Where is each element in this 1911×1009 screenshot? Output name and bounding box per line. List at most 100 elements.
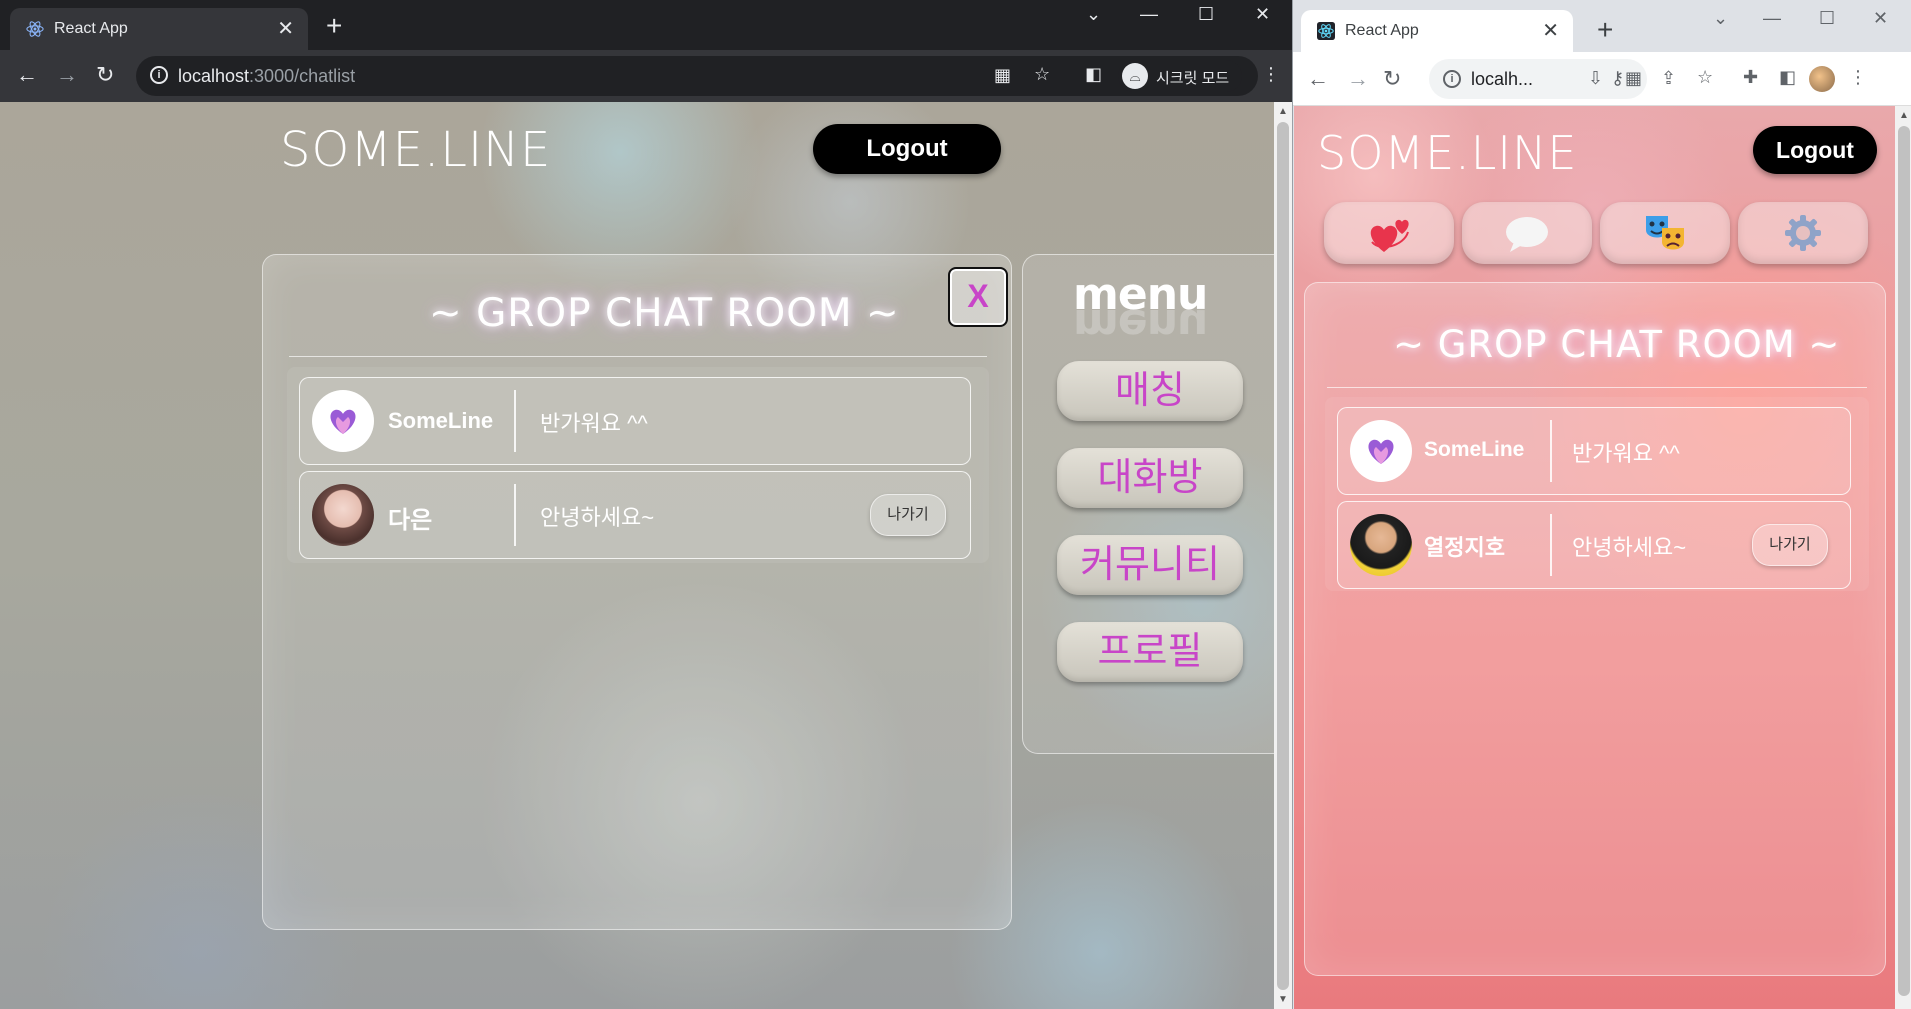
scroll-thumb[interactable] bbox=[1898, 126, 1910, 996]
chat-row-someline[interactable]: SomeLine 반가워요 ^^ bbox=[299, 377, 971, 465]
minimize-button[interactable]: — bbox=[1763, 8, 1781, 29]
row-divider bbox=[1550, 420, 1552, 482]
someline-avatar bbox=[312, 390, 374, 452]
menu-item-matching[interactable]: 매칭 bbox=[1057, 361, 1243, 421]
more-menu-icon[interactable]: ⋮ bbox=[1849, 67, 1867, 88]
hearts-icon bbox=[1370, 219, 1409, 252]
page-scrollbar[interactable]: ▲ bbox=[1895, 106, 1911, 1009]
scroll-down-icon[interactable]: ▼ bbox=[1278, 994, 1288, 1005]
side-panel-icon[interactable]: ◧ bbox=[1779, 67, 1796, 88]
menu-item-chatroom[interactable]: 대화방 bbox=[1057, 448, 1243, 508]
row-divider bbox=[514, 390, 516, 452]
tab-search-icon[interactable]: ⌄ bbox=[1713, 8, 1728, 29]
someline-avatar bbox=[1350, 420, 1412, 482]
address-bar[interactable]: i localh... ⚷ bbox=[1429, 59, 1647, 99]
translate-icon[interactable]: ▦ bbox=[994, 65, 1011, 86]
profile-avatar[interactable] bbox=[1809, 66, 1835, 92]
reload-icon[interactable]: ↻ bbox=[1383, 66, 1401, 92]
chat-row-yeoljeongjiho[interactable]: 열정지호 안녕하세요~ 나가기 bbox=[1337, 501, 1851, 589]
bookmark-star-icon[interactable]: ☆ bbox=[1034, 64, 1050, 85]
page-scrollbar[interactable]: ▲ ▼ bbox=[1274, 102, 1292, 1009]
forward-icon[interactable]: → bbox=[1347, 66, 1369, 92]
scroll-up-icon[interactable]: ▲ bbox=[1899, 110, 1909, 121]
chat-room-panel: ~ GROP CHAT ROOM ~ X SomeLine 반가워요 ^^ 다은… bbox=[262, 254, 1012, 930]
password-key-icon[interactable]: ⚷ bbox=[1611, 68, 1624, 89]
tab-strip: React App ✕ + ⌄ — ☐ ✕ bbox=[0, 0, 1292, 50]
extensions-icon[interactable]: ✚ bbox=[1743, 67, 1758, 88]
tab-react-app[interactable]: React App ✕ bbox=[10, 8, 308, 50]
side-panel-icon[interactable]: ◧ bbox=[1085, 64, 1102, 85]
chat-message: 안녕하세요~ bbox=[540, 505, 655, 530]
browser-window-incognito: React App ✕ + ⌄ — ☐ ✕ ← → ↻ i localhost:… bbox=[0, 0, 1292, 1009]
bookmark-star-icon[interactable]: ☆ bbox=[1697, 67, 1713, 88]
speech-bubble-icon bbox=[1506, 217, 1548, 252]
scroll-thumb[interactable] bbox=[1277, 122, 1289, 990]
nav-settings-button[interactable] bbox=[1738, 202, 1868, 264]
heart-logo-icon bbox=[330, 409, 356, 434]
url-text: localhost:3000/chatlist bbox=[178, 66, 356, 86]
logout-button[interactable]: Logout bbox=[1753, 126, 1877, 174]
yeoljeongjiho-avatar bbox=[1350, 514, 1412, 576]
back-icon[interactable]: ← bbox=[1307, 66, 1329, 92]
logout-button[interactable]: Logout bbox=[813, 124, 1001, 174]
row-divider bbox=[514, 484, 516, 546]
new-tab-button[interactable]: + bbox=[326, 12, 342, 40]
nav-community-button[interactable] bbox=[1600, 202, 1730, 264]
nav-chat-button[interactable] bbox=[1462, 202, 1592, 264]
scroll-up-icon[interactable]: ▲ bbox=[1278, 106, 1288, 117]
maximize-button[interactable]: ☐ bbox=[1198, 4, 1214, 25]
chat-message: 안녕하세요~ bbox=[1572, 535, 1687, 560]
site-info-icon[interactable]: i bbox=[150, 66, 168, 84]
room-title: ~ GROP CHAT ROOM ~ bbox=[429, 291, 900, 336]
leave-button[interactable]: 나가기 bbox=[1752, 524, 1828, 566]
close-window-button[interactable]: ✕ bbox=[1873, 8, 1888, 29]
reload-icon[interactable]: ↻ bbox=[96, 62, 114, 88]
chat-list: SomeLine 반가워요 ^^ 열정지호 안녕하세요~ 나가기 bbox=[1325, 397, 1869, 591]
app-logo[interactable]: SOME.LINE bbox=[280, 122, 551, 178]
menu-item-profile[interactable]: 프로필 bbox=[1057, 622, 1243, 682]
minimize-button[interactable]: — bbox=[1140, 4, 1158, 25]
close-window-button[interactable]: ✕ bbox=[1255, 4, 1270, 25]
more-menu-icon[interactable]: ⋮ bbox=[1262, 64, 1280, 85]
chat-row-daeun[interactable]: 다은 안녕하세요~ 나가기 bbox=[299, 471, 971, 559]
forward-icon[interactable]: → bbox=[56, 62, 78, 88]
leave-button[interactable]: 나가기 bbox=[870, 494, 946, 536]
title-divider bbox=[1327, 387, 1867, 388]
chat-room-panel: ~ GROP CHAT ROOM ~ SomeLine 반가워요 ^^ 열정지호… bbox=[1304, 282, 1886, 976]
maximize-button[interactable]: ☐ bbox=[1819, 8, 1835, 29]
tab-close-icon[interactable]: ✕ bbox=[277, 16, 294, 41]
url-text: localh... bbox=[1471, 69, 1534, 89]
translate-icon[interactable]: ▦ bbox=[1625, 68, 1642, 89]
new-tab-button[interactable]: + bbox=[1597, 16, 1613, 44]
browser-window-normal: React App ✕ + ⌄ — ☐ ✕ ← → ↻ i localh... … bbox=[1292, 0, 1911, 1009]
chat-list: SomeLine 반가워요 ^^ 다은 안녕하세요~ 나가기 bbox=[287, 367, 989, 563]
install-icon[interactable]: ⇩ bbox=[1588, 68, 1603, 89]
page-content: SOME.LINE Logout ~ GROP CHAT ROOM ~ X So… bbox=[0, 102, 1274, 1009]
page-content: SOME.LINE Logout ~ GROP CHAT ROOM ~ Some… bbox=[1294, 106, 1895, 1009]
tab-close-icon[interactable]: ✕ bbox=[1542, 18, 1559, 43]
room-title: ~ GROP CHAT ROOM ~ bbox=[1393, 323, 1841, 366]
share-icon[interactable]: ⇪ bbox=[1661, 68, 1676, 89]
incognito-indicator[interactable]: ⌓ 시크릿 모드 bbox=[1118, 60, 1242, 92]
chat-row-someline[interactable]: SomeLine 반가워요 ^^ bbox=[1337, 407, 1851, 495]
back-icon[interactable]: ← bbox=[16, 62, 38, 88]
nav-matching-button[interactable] bbox=[1324, 202, 1454, 264]
chat-message: 반가워요 ^^ bbox=[540, 411, 648, 436]
heart-logo-icon bbox=[1368, 439, 1394, 464]
close-room-button[interactable]: X bbox=[948, 267, 1008, 327]
menu-item-community[interactable]: 커뮤니티 bbox=[1057, 535, 1243, 595]
chat-name: SomeLine bbox=[388, 408, 494, 433]
tab-strip: React App ✕ + ⌄ — ☐ ✕ bbox=[1293, 0, 1911, 52]
app-logo[interactable]: SOME.LINE bbox=[1317, 126, 1577, 180]
theater-masks-icon bbox=[1646, 216, 1684, 250]
incognito-label: 시크릿 모드 bbox=[1156, 70, 1230, 87]
chat-name: SomeLine bbox=[1424, 438, 1525, 461]
toolbar: ← → ↻ i localhost:3000/chatlist ▦ ☆ ◧ ⌓ … bbox=[0, 50, 1292, 102]
incognito-icon: ⌓ bbox=[1122, 63, 1148, 89]
gear-icon bbox=[1785, 215, 1821, 251]
site-info-icon[interactable]: i bbox=[1443, 70, 1461, 88]
side-menu: menu menu 매칭 대화방 커뮤니티 프로필 bbox=[1022, 254, 1274, 754]
tab-react-app[interactable]: React App ✕ bbox=[1301, 10, 1573, 52]
tab-search-icon[interactable]: ⌄ bbox=[1086, 4, 1101, 25]
chat-name: 다은 bbox=[388, 507, 433, 534]
